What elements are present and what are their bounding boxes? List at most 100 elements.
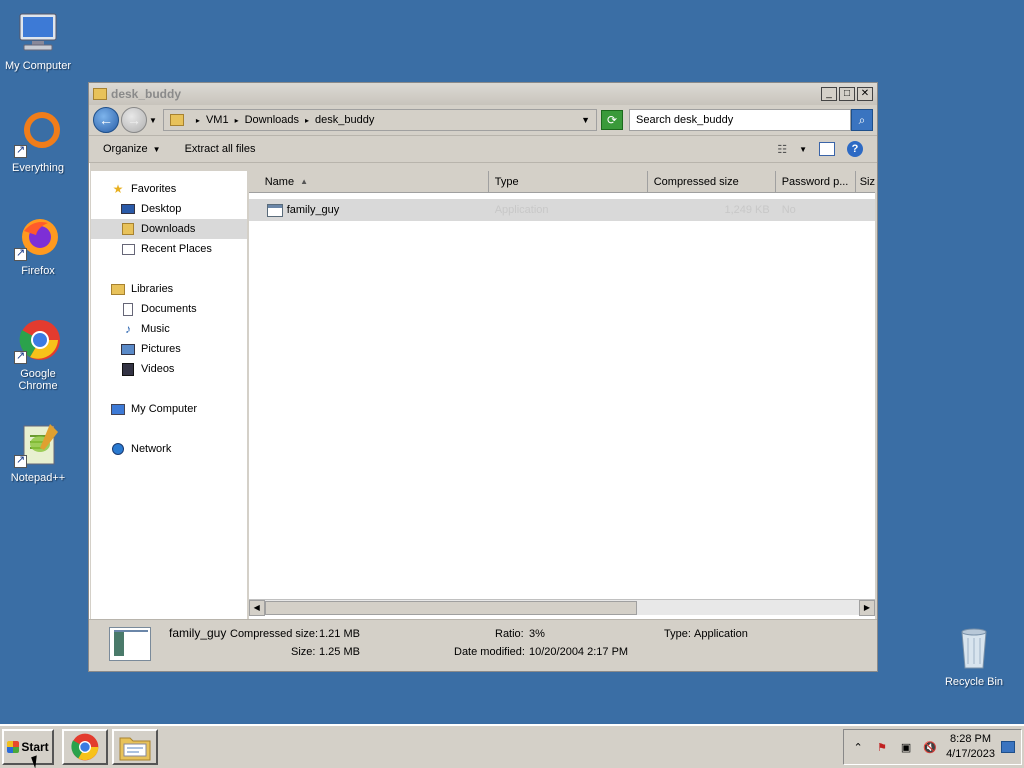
desktop-icon-label: My Computer (4, 60, 72, 72)
organize-menu[interactable]: Organize ▼ (103, 143, 161, 155)
nav-label: Downloads (141, 223, 196, 235)
file-name-cell: family_guy (249, 203, 489, 217)
horizontal-scrollbar[interactable]: ◀ ▶ (248, 599, 875, 616)
documents-icon (121, 302, 135, 316)
chevron-down-icon[interactable]: ▼ (799, 145, 807, 154)
scroll-thumb[interactable] (264, 600, 637, 615)
minimize-button[interactable]: _ (821, 87, 837, 101)
search-placeholder: Search desk_buddy (636, 114, 734, 126)
nav-item-libraries[interactable]: Libraries (91, 279, 247, 299)
nav-item-music[interactable]: ♪ Music (91, 319, 247, 339)
details-type-value: Application (694, 628, 748, 640)
system-tray: ⌃ ⚑ ▣ 🔇 8:28 PM 4/17/2023 (843, 729, 1022, 765)
file-row[interactable]: family_guy Application 1,249 KB No (248, 199, 875, 221)
nav-item-videos[interactable]: Videos (91, 359, 247, 379)
desktop-icon-notepad-plus-plus[interactable]: Notepad++ (0, 420, 76, 484)
column-header-row: Name ▲ Type Compressed size Password p...… (248, 171, 875, 193)
window-title: desk_buddy (111, 87, 182, 101)
desktop-icon-recycle-bin[interactable]: Recycle Bin (936, 624, 1012, 688)
back-button[interactable]: ← (93, 107, 119, 133)
desktop-icon-label: Google Chrome (18, 368, 58, 392)
breadcrumb-desk-buddy[interactable]: desk_buddy (315, 114, 374, 126)
breadcrumb-downloads[interactable]: Downloads (245, 114, 299, 126)
file-list-pane: Name ▲ Type Compressed size Password p...… (248, 171, 875, 619)
desktop-icon-my-computer[interactable]: My Computer (0, 8, 76, 72)
scroll-left-icon[interactable]: ◀ (248, 599, 265, 616)
help-icon[interactable]: ? (847, 141, 863, 157)
chevron-down-icon: ▼ (152, 145, 161, 154)
nav-item-recent-places[interactable]: Recent Places (91, 239, 247, 259)
column-password-label: Password p... (781, 175, 849, 188)
extract-all-files-button[interactable]: Extract all files (185, 143, 256, 155)
column-size-label: Siz (859, 175, 875, 188)
title-bar[interactable]: desk_buddy _ □ ✕ (89, 83, 877, 105)
application-icon (266, 203, 283, 217)
start-button[interactable]: Start (2, 729, 54, 765)
firefox-icon (14, 213, 62, 261)
nav-item-desktop[interactable]: Desktop (91, 199, 247, 219)
column-header-password-protected[interactable]: Password p... (776, 171, 856, 192)
search-icon[interactable]: ⌕ (851, 109, 873, 131)
nav-label: My Computer (131, 403, 198, 415)
nav-label: Pictures (141, 343, 181, 355)
nav-item-documents[interactable]: Documents (91, 299, 247, 319)
breadcrumb-separator-icon[interactable]: ▸ (196, 116, 200, 125)
taskbar-chrome-button[interactable] (62, 729, 108, 765)
folder-icon (169, 114, 184, 126)
music-icon: ♪ (125, 322, 131, 336)
details-ratio-value: 3% (529, 628, 545, 640)
details-size-label: Size: (291, 646, 316, 658)
show-desktop-icon[interactable] (1001, 741, 1015, 753)
file-password-cell: No (781, 204, 796, 216)
folder-icon (119, 737, 151, 761)
desktop-icon-label: Recycle Bin (944, 676, 1004, 688)
desktop-icon-firefox[interactable]: Firefox (0, 213, 76, 277)
show-hidden-icons-icon[interactable]: ⌃ (850, 739, 866, 755)
forward-button[interactable]: → (121, 107, 147, 133)
clock[interactable]: 8:28 PM 4/17/2023 (946, 732, 995, 762)
search-input[interactable]: Search desk_buddy (629, 109, 851, 131)
clock-time: 8:28 PM (950, 733, 992, 745)
desktop-icon-everything[interactable]: Everything (0, 110, 76, 174)
chrome-icon (71, 733, 99, 761)
breadcrumb-vm1[interactable]: VM1 (206, 114, 229, 126)
maximize-button[interactable]: □ (839, 87, 855, 101)
libraries-icon (111, 282, 125, 296)
breadcrumb-separator-icon[interactable]: ▸ (235, 116, 239, 125)
network-status-icon[interactable]: ▣ (898, 739, 914, 755)
address-dropdown-icon[interactable]: ▼ (581, 115, 590, 125)
taskbar: Start ⌃ ⚑ ▣ 🔇 8:28 PM 4/17/2023 (0, 724, 1024, 768)
navigation-pane: ★ Favorites Desktop Downloads Recent Plac… (91, 171, 249, 619)
column-name-label: Name (264, 175, 295, 188)
nav-item-favorites[interactable]: ★ Favorites (91, 179, 247, 199)
file-type-cell: Application (494, 204, 549, 216)
action-center-flag-icon[interactable]: ⚑ (874, 739, 890, 755)
preview-pane-icon[interactable] (819, 142, 835, 156)
nav-label: Videos (141, 363, 175, 375)
breadcrumb-separator-icon[interactable]: ▸ (305, 116, 309, 125)
volume-muted-icon[interactable]: 🔇 (922, 739, 938, 755)
column-header-name[interactable]: Name ▲ (249, 171, 489, 192)
refresh-button[interactable]: ⟳ (601, 110, 623, 130)
nav-item-pictures[interactable]: Pictures (91, 339, 247, 359)
desktop-icon-google-chrome[interactable]: Google Chrome (0, 316, 76, 392)
column-header-size[interactable]: Siz (856, 171, 875, 192)
nav-label: Libraries (131, 283, 174, 295)
close-button[interactable]: ✕ (857, 87, 873, 101)
recent-pages-chevron-icon[interactable]: ▼ (149, 116, 157, 125)
application-icon (109, 627, 151, 661)
scroll-right-icon[interactable]: ▶ (859, 599, 875, 616)
view-options-icon[interactable]: ☷ (777, 143, 787, 156)
details-modified-value: 10/20/2004 2:17 PM (529, 646, 629, 658)
recent-places-icon (121, 242, 135, 256)
address-path[interactable]: ▸ VM1 ▸ Downloads ▸ desk_buddy ▼ (162, 109, 597, 131)
file-compressed-size-cell: 1,249 KB (724, 204, 770, 216)
column-header-type[interactable]: Type (489, 171, 648, 192)
computer-icon (14, 8, 62, 56)
nav-item-downloads[interactable]: Downloads (91, 219, 247, 239)
details-ratio-label: Ratio: (495, 628, 524, 640)
nav-item-network[interactable]: Network (91, 439, 247, 459)
nav-item-my-computer[interactable]: My Computer (91, 399, 247, 419)
column-header-compressed-size[interactable]: Compressed size (648, 171, 776, 192)
taskbar-explorer-button[interactable] (112, 729, 158, 765)
